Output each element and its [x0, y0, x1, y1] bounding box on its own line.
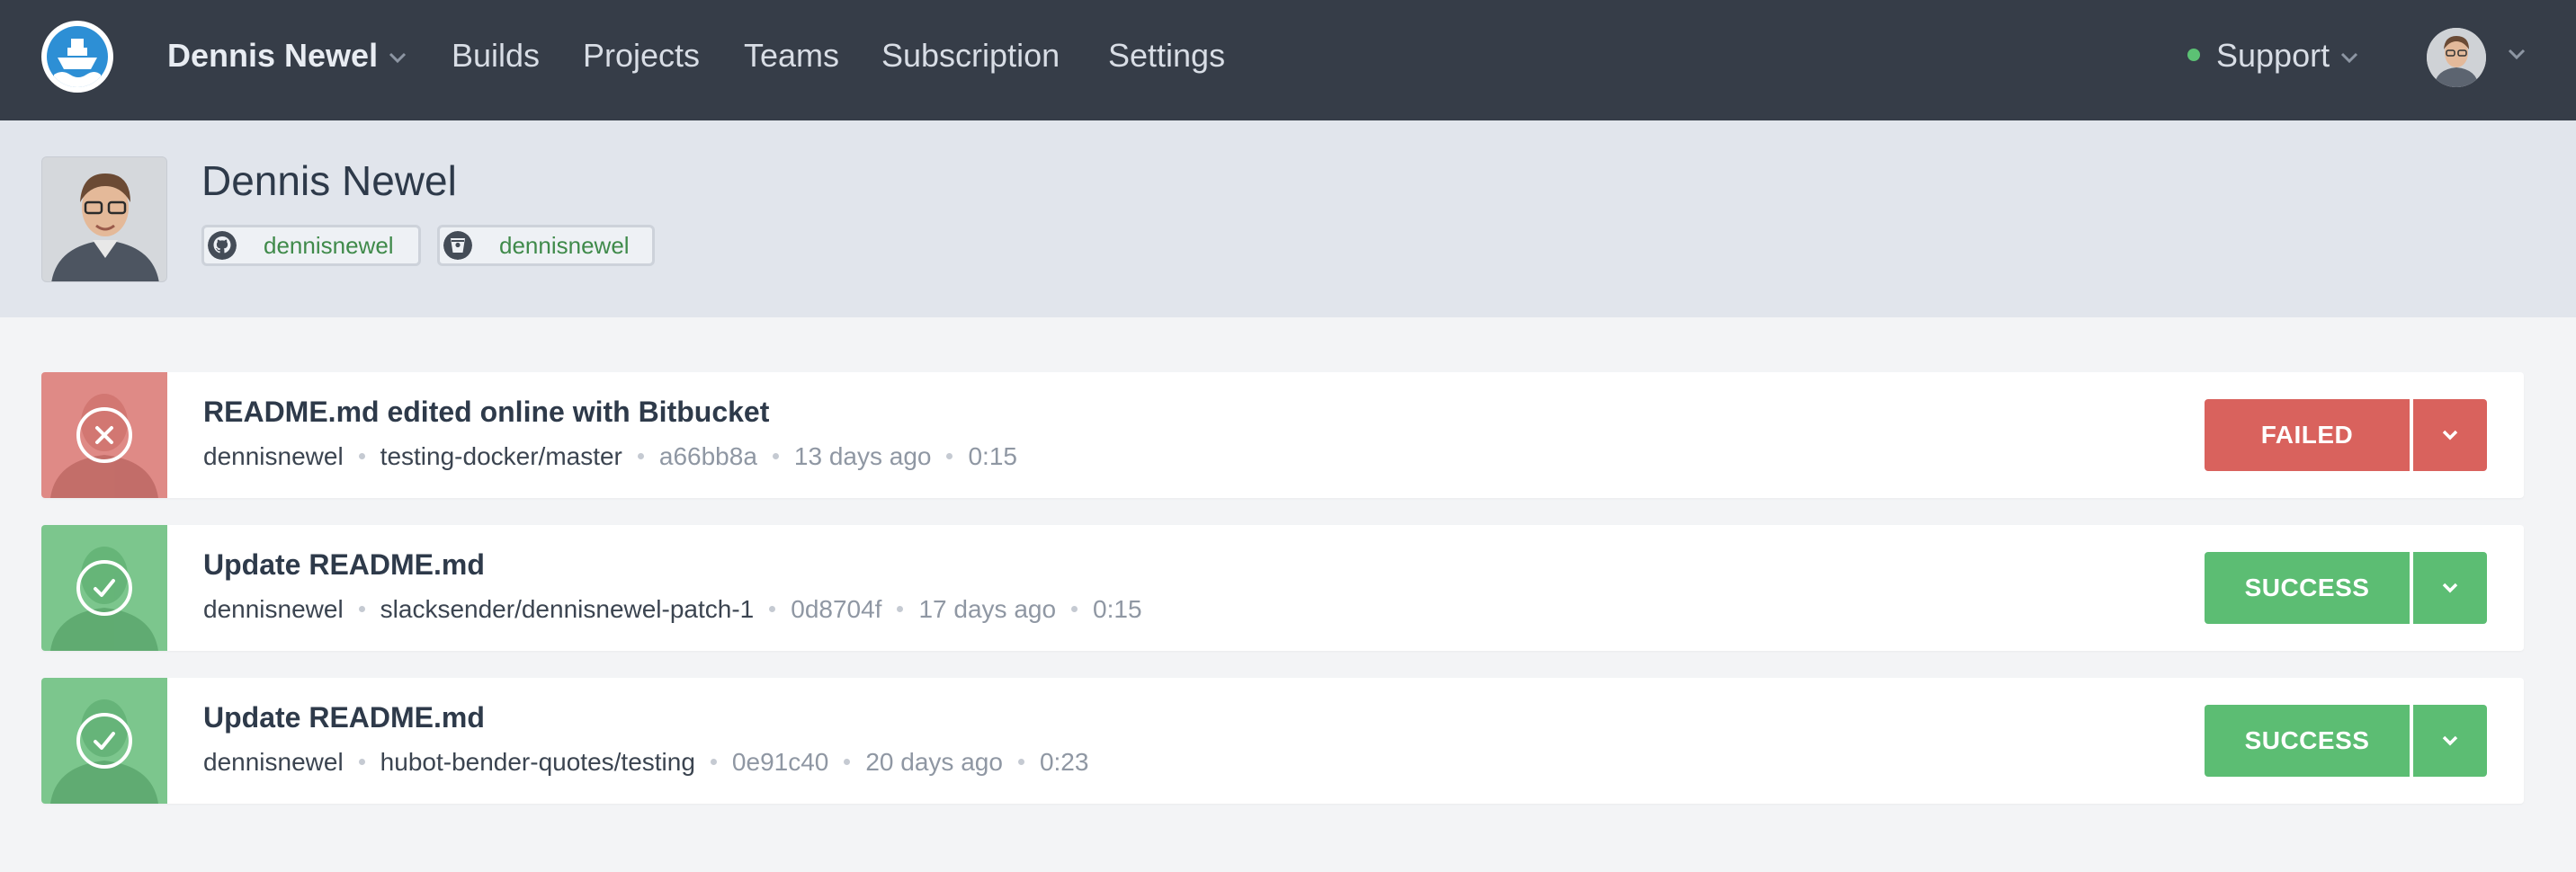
chevron-down-icon	[2341, 53, 2358, 64]
build-meta: dennisnewel testing-docker/master a66bb8a 1…	[203, 440, 1017, 471]
build-author: dennisnewel	[203, 441, 344, 470]
nav-teams[interactable]: Teams	[744, 34, 839, 77]
commit-message: Update README.md	[203, 548, 485, 581]
nav-settings[interactable]: Settings	[1108, 34, 1225, 77]
chevron-down-icon	[389, 53, 407, 64]
separator-dot	[358, 606, 365, 613]
commit-hash: a66bb8a	[658, 441, 757, 470]
build-branch: slacksender/dennisnewel-patch-1	[380, 594, 755, 623]
bitbucket-icon	[443, 231, 472, 260]
separator-dot	[897, 606, 904, 613]
build-author-thumbnail	[41, 372, 167, 498]
separator-dot	[1017, 759, 1024, 766]
x-circle-icon	[76, 407, 132, 463]
separator-dot	[772, 453, 779, 460]
top-navigation-bar: Dennis Newel Builds Projects Teams Subsc…	[0, 0, 2576, 120]
separator-dot	[769, 606, 776, 613]
build-status-button[interactable]: FAILED	[2205, 399, 2410, 471]
build-meta: dennisnewel hubot-bender-quotes/testing 0e…	[203, 746, 1088, 777]
build-actions-dropdown[interactable]	[2413, 552, 2487, 624]
user-avatar	[2427, 28, 2486, 87]
status-dot-icon	[2187, 49, 2200, 62]
commit-message: Update README.md	[203, 701, 485, 734]
chevron-down-icon	[2442, 735, 2458, 746]
commit-hash: 0d8704f	[791, 594, 882, 623]
bitbucket-account-badge[interactable]: dennisnewel	[437, 225, 655, 266]
nav-builds[interactable]: Builds	[452, 34, 540, 77]
github-username: dennisnewel	[264, 232, 394, 259]
build-duration: 0:15	[1093, 594, 1142, 623]
check-circle-icon	[76, 560, 132, 616]
support-label: Support	[2216, 37, 2330, 74]
separator-dot	[358, 453, 365, 460]
bitbucket-username: dennisnewel	[499, 232, 630, 259]
chevron-down-icon	[2508, 49, 2526, 59]
build-row[interactable]: Update README.md dennisnewel slacksender/…	[41, 525, 2524, 651]
build-time: 13 days ago	[793, 441, 932, 470]
build-author-thumbnail	[41, 678, 167, 804]
separator-dot	[844, 759, 851, 766]
separator-dot	[1071, 606, 1078, 613]
build-time: 17 days ago	[918, 594, 1057, 623]
build-status-button[interactable]: SUCCESS	[2205, 552, 2410, 624]
build-branch: hubot-bender-quotes/testing	[380, 747, 695, 776]
build-author: dennisnewel	[203, 747, 344, 776]
separator-dot	[637, 453, 644, 460]
account-name: Dennis Newel	[167, 37, 379, 74]
separator-dot	[358, 759, 365, 766]
build-status-button[interactable]: SUCCESS	[2205, 705, 2410, 777]
github-account-badge[interactable]: dennisnewel	[201, 225, 421, 266]
nav-projects[interactable]: Projects	[583, 34, 700, 77]
support-menu[interactable]: Support	[2187, 34, 2358, 77]
nav-subscription[interactable]: Subscription	[881, 34, 1060, 77]
profile-avatar	[41, 156, 167, 282]
build-actions-dropdown[interactable]	[2413, 399, 2487, 471]
build-branch: testing-docker/master	[380, 441, 622, 470]
separator-dot	[710, 759, 717, 766]
chevron-down-icon	[2442, 583, 2458, 593]
build-author-thumbnail	[41, 525, 167, 651]
build-row[interactable]: Update README.md dennisnewel hubot-bender…	[41, 678, 2524, 804]
build-author: dennisnewel	[203, 594, 344, 623]
github-icon	[208, 231, 237, 260]
separator-dot	[946, 453, 953, 460]
commit-message: README.md edited online with Bitbucket	[203, 396, 770, 428]
profile-name: Dennis Newel	[201, 157, 457, 204]
check-circle-icon	[76, 713, 132, 769]
build-time: 20 days ago	[865, 747, 1003, 776]
build-actions-dropdown[interactable]	[2413, 705, 2487, 777]
commit-hash: 0e91c40	[731, 747, 829, 776]
chevron-down-icon	[2442, 430, 2458, 440]
build-duration: 0:15	[968, 441, 1017, 470]
build-meta: dennisnewel slacksender/dennisnewel-patch…	[203, 593, 1142, 624]
build-duration: 0:23	[1039, 747, 1089, 776]
account-switcher[interactable]: Dennis Newel	[167, 34, 407, 77]
build-row[interactable]: README.md edited online with Bitbucket d…	[41, 372, 2524, 498]
ship-logo-icon[interactable]	[41, 21, 113, 93]
profile-header: Dennis Newel dennisnewel dennisnewel	[0, 120, 2576, 317]
